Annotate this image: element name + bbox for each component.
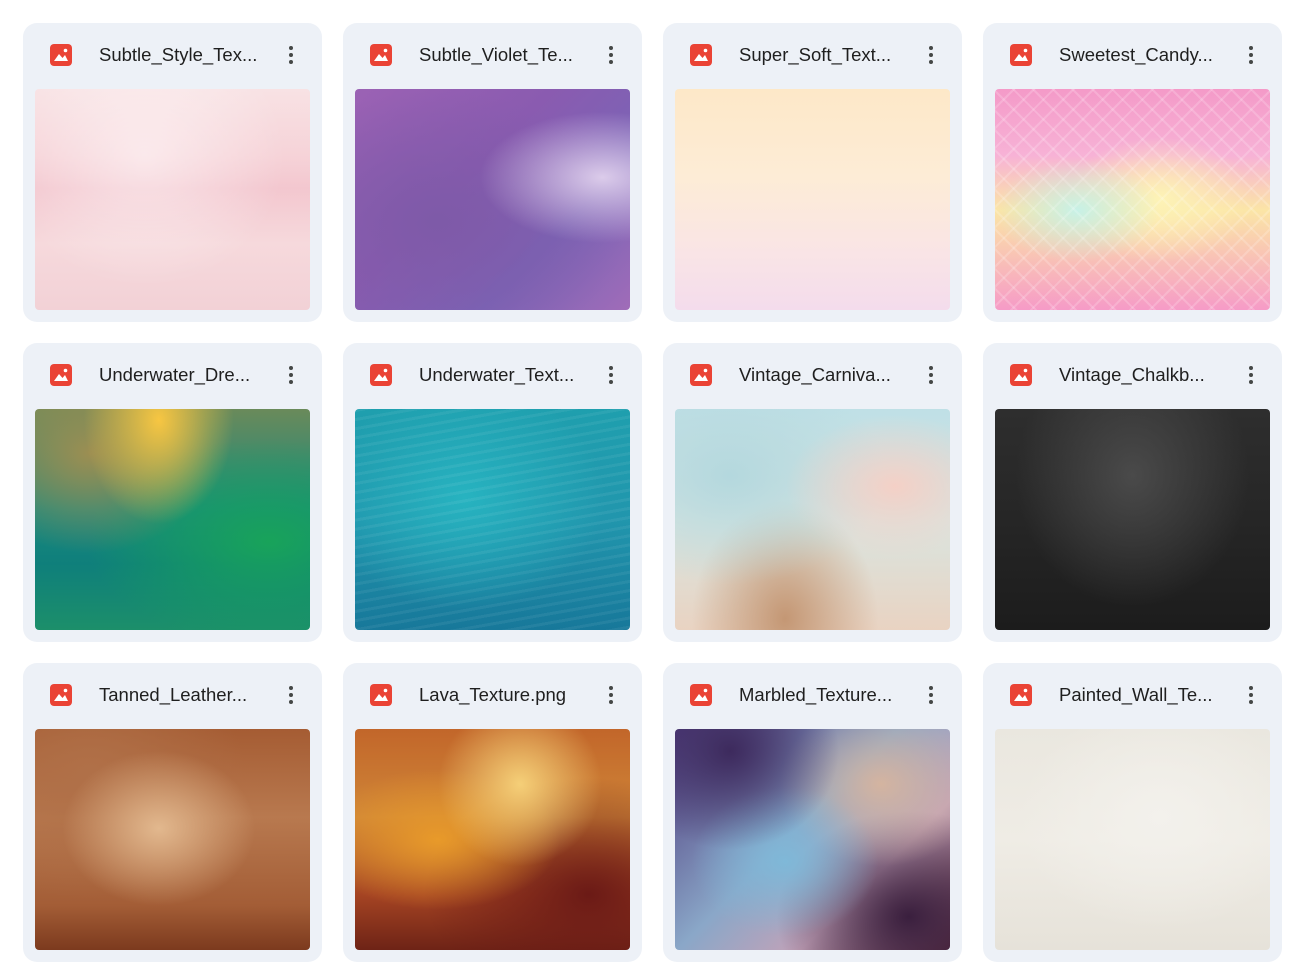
file-card[interactable]: Lava_Texture.png <box>343 663 642 962</box>
image-icon <box>370 364 392 386</box>
more-options-icon[interactable] <box>595 677 627 713</box>
more-options-icon[interactable] <box>915 677 947 713</box>
image-icon <box>1010 44 1032 66</box>
file-name[interactable]: Underwater_Dre... <box>99 343 275 407</box>
more-options-icon[interactable] <box>275 677 307 713</box>
card-header: Vintage_Carniva... <box>663 343 962 407</box>
file-card[interactable]: Super_Soft_Text... <box>663 23 962 322</box>
file-card[interactable]: Painted_Wall_Te... <box>983 663 1282 962</box>
file-name[interactable]: Super_Soft_Text... <box>739 23 915 87</box>
file-name[interactable]: Underwater_Text... <box>419 343 595 407</box>
file-name[interactable]: Vintage_Chalkb... <box>1059 343 1235 407</box>
file-thumbnail[interactable] <box>35 409 310 630</box>
card-header: Lava_Texture.png <box>343 663 642 727</box>
image-icon <box>50 364 72 386</box>
more-options-icon[interactable] <box>595 357 627 393</box>
image-icon <box>370 684 392 706</box>
card-header: Painted_Wall_Te... <box>983 663 1282 727</box>
card-header: Vintage_Chalkb... <box>983 343 1282 407</box>
file-thumbnail[interactable] <box>995 729 1270 950</box>
file-thumbnail[interactable] <box>675 729 950 950</box>
image-icon <box>370 44 392 66</box>
card-header: Super_Soft_Text... <box>663 23 962 87</box>
more-options-icon[interactable] <box>1235 357 1267 393</box>
image-icon <box>1010 364 1032 386</box>
more-options-icon[interactable] <box>595 37 627 73</box>
file-card[interactable]: Underwater_Dre... <box>23 343 322 642</box>
file-thumbnail[interactable] <box>355 729 630 950</box>
image-icon <box>690 44 712 66</box>
file-card[interactable]: Underwater_Text... <box>343 343 642 642</box>
card-header: Sweetest_Candy... <box>983 23 1282 87</box>
file-thumbnail[interactable] <box>995 409 1270 630</box>
file-card[interactable]: Marbled_Texture... <box>663 663 962 962</box>
image-icon <box>690 364 712 386</box>
file-thumbnail[interactable] <box>35 729 310 950</box>
file-thumbnail[interactable] <box>355 409 630 630</box>
file-thumbnail[interactable] <box>675 89 950 310</box>
file-thumbnail[interactable] <box>675 409 950 630</box>
file-name[interactable]: Vintage_Carniva... <box>739 343 915 407</box>
image-icon <box>690 684 712 706</box>
card-header: Subtle_Style_Tex... <box>23 23 322 87</box>
file-name[interactable]: Painted_Wall_Te... <box>1059 663 1235 727</box>
card-header: Underwater_Text... <box>343 343 642 407</box>
file-thumbnail[interactable] <box>35 89 310 310</box>
card-header: Underwater_Dre... <box>23 343 322 407</box>
more-options-icon[interactable] <box>915 357 947 393</box>
file-name[interactable]: Marbled_Texture... <box>739 663 915 727</box>
file-card[interactable]: Subtle_Style_Tex... <box>23 23 322 322</box>
file-card[interactable]: Subtle_Violet_Te... <box>343 23 642 322</box>
file-card[interactable]: Tanned_Leather... <box>23 663 322 962</box>
file-name[interactable]: Subtle_Violet_Te... <box>419 23 595 87</box>
card-header: Marbled_Texture... <box>663 663 962 727</box>
file-grid: Subtle_Style_Tex... Subtle_Violet_Te... … <box>23 23 1282 962</box>
image-icon <box>50 684 72 706</box>
more-options-icon[interactable] <box>1235 677 1267 713</box>
file-thumbnail[interactable] <box>355 89 630 310</box>
file-name[interactable]: Tanned_Leather... <box>99 663 275 727</box>
file-card[interactable]: Vintage_Chalkb... <box>983 343 1282 642</box>
file-name[interactable]: Subtle_Style_Tex... <box>99 23 275 87</box>
file-card[interactable]: Vintage_Carniva... <box>663 343 962 642</box>
more-options-icon[interactable] <box>275 357 307 393</box>
image-icon <box>50 44 72 66</box>
more-options-icon[interactable] <box>275 37 307 73</box>
file-thumbnail[interactable] <box>995 89 1270 310</box>
more-options-icon[interactable] <box>915 37 947 73</box>
file-name[interactable]: Sweetest_Candy... <box>1059 23 1235 87</box>
file-name[interactable]: Lava_Texture.png <box>419 663 595 727</box>
file-card[interactable]: Sweetest_Candy... <box>983 23 1282 322</box>
card-header: Tanned_Leather... <box>23 663 322 727</box>
card-header: Subtle_Violet_Te... <box>343 23 642 87</box>
more-options-icon[interactable] <box>1235 37 1267 73</box>
image-icon <box>1010 684 1032 706</box>
